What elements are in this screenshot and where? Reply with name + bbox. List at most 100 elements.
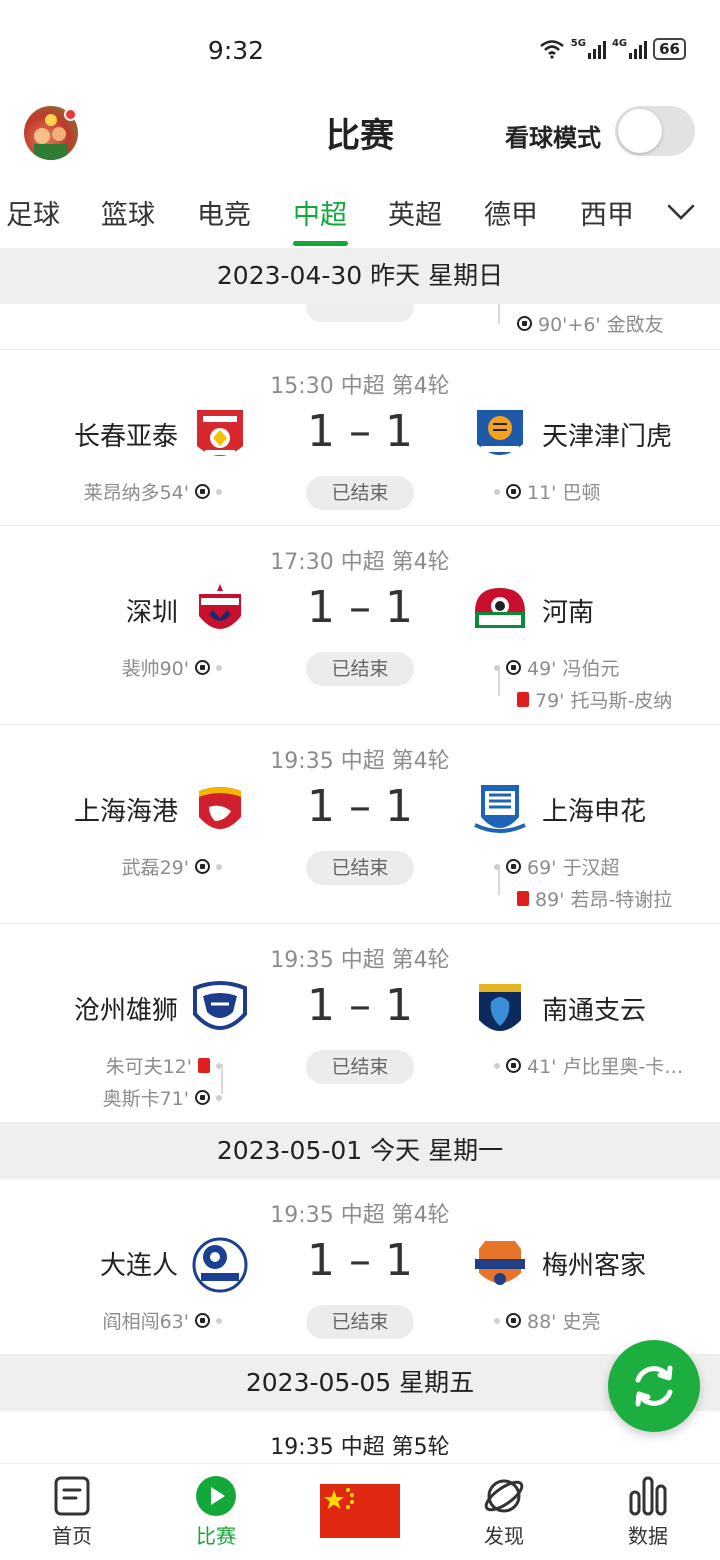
timeline-dot bbox=[216, 1094, 222, 1101]
event-timeline-line bbox=[498, 304, 500, 324]
date-separator: 2023-05-01 今天 星期一 bbox=[0, 1123, 720, 1179]
home-event: 阎相闯63' bbox=[103, 1307, 222, 1334]
home-doc-icon bbox=[54, 1476, 90, 1516]
match-meta: 19:35 中超 第4轮 bbox=[270, 749, 450, 774]
flag-stars bbox=[324, 1488, 354, 1509]
timeline-dot bbox=[216, 863, 222, 870]
app-header: 比赛 看球模式 bbox=[0, 100, 720, 170]
discover-planet-icon bbox=[484, 1479, 524, 1513]
home-team-crest-icon bbox=[199, 787, 241, 829]
soccer-ball-icon bbox=[195, 1090, 210, 1105]
bottom-nav: 首页 比赛 发现 数据 bbox=[0, 1463, 720, 1560]
timeline-dot bbox=[494, 664, 500, 671]
home-team-name: 上海海港 bbox=[73, 797, 178, 827]
wifi-icon bbox=[539, 40, 564, 59]
score: 1 – 1 bbox=[307, 582, 413, 633]
away-team-name: 梅州客家 bbox=[542, 1251, 647, 1281]
home-team-crest-icon bbox=[199, 584, 241, 629]
battery-icon: 66 bbox=[653, 38, 686, 60]
bar-chart-icon bbox=[629, 1476, 667, 1516]
match-meta: 17:30 中超 第4轮 bbox=[270, 550, 450, 575]
soccer-ball-icon bbox=[195, 1313, 210, 1328]
away-event: 11' 巴顿 bbox=[494, 478, 600, 505]
away-team-crest-icon bbox=[474, 785, 526, 833]
home-event: 裴帅90' bbox=[122, 654, 222, 681]
watch-mode-toggle[interactable] bbox=[615, 106, 695, 156]
away-team-crest-icon bbox=[477, 410, 523, 455]
soccer-ball-icon bbox=[195, 484, 210, 499]
match-card[interactable]: 15:30 中超 第4轮 长春亚泰 1 – 1 天津津门虎 已结束 莱昂纳多54… bbox=[0, 350, 720, 526]
home-team-name: 沧州雄狮 bbox=[73, 996, 178, 1026]
system-icons: 5G 4G 66 bbox=[539, 38, 686, 60]
league-tabs: 足球 篮球 电竞 中超 英超 德甲 西甲 bbox=[0, 185, 720, 248]
home-team-crest-icon bbox=[197, 410, 243, 456]
nav-matches[interactable]: 比赛 bbox=[166, 1474, 266, 1549]
tab-bundesliga[interactable]: 德甲 bbox=[484, 193, 538, 232]
refresh-button[interactable] bbox=[608, 1340, 700, 1432]
tab-football[interactable]: 足球 bbox=[6, 193, 60, 232]
match-status: 已结束 bbox=[306, 1305, 414, 1339]
soccer-ball-icon bbox=[506, 1058, 521, 1073]
red-card-icon bbox=[517, 891, 529, 906]
home-team-crest-icon bbox=[193, 981, 247, 1030]
match-card[interactable]: 17:30 中超 第4轮 深圳 1 – 1 河南 已结束 裴帅90' 49' 冯… bbox=[0, 526, 720, 725]
soccer-ball-icon bbox=[195, 859, 210, 874]
net-label-1: 5G bbox=[570, 38, 586, 49]
soccer-ball-icon bbox=[506, 859, 521, 874]
match-card[interactable]: 19:35 中超 第4轮 沧州雄狮 1 – 1 南通支云 已结束 朱可夫12' … bbox=[0, 924, 720, 1123]
away-event: 79' 托马斯-皮纳 bbox=[517, 686, 672, 713]
net-label-2: 4G bbox=[611, 38, 628, 49]
score: 1 – 1 bbox=[307, 406, 413, 457]
away-team-name: 河南 bbox=[542, 598, 595, 628]
soccer-ball-icon bbox=[506, 484, 521, 499]
chevron-down-icon[interactable] bbox=[666, 197, 696, 227]
status-time: 9:32 bbox=[207, 36, 265, 65]
home-team-crest-icon bbox=[192, 1237, 248, 1293]
home-event: 武磊29' bbox=[122, 853, 222, 880]
away-team-crest-icon bbox=[475, 1241, 525, 1285]
timeline-dot bbox=[216, 488, 222, 495]
timeline-dot bbox=[216, 1317, 222, 1324]
match-status: 已结束 bbox=[306, 476, 414, 510]
away-event: 90'+6' 金敃友 bbox=[517, 310, 664, 337]
score: 1 – 1 bbox=[307, 1235, 413, 1286]
tab-csl[interactable]: 中超 bbox=[293, 193, 347, 232]
nav-data[interactable]: 数据 bbox=[598, 1474, 698, 1549]
match-meta: 19:35 中超 第4轮 bbox=[270, 1203, 450, 1228]
status-bar: 9:32 5G 4G 66 bbox=[0, 0, 720, 100]
away-team-name: 南通支云 bbox=[542, 996, 647, 1026]
away-team-name: 天津津门虎 bbox=[542, 422, 673, 452]
signal-icon-1 bbox=[587, 39, 606, 59]
match-meta: 19:35 中超 第4轮 bbox=[270, 948, 450, 973]
home-team-name: 大连人 bbox=[99, 1251, 178, 1281]
timeline-dot bbox=[494, 863, 500, 870]
away-team-crest-icon bbox=[475, 588, 525, 628]
tab-epl[interactable]: 英超 bbox=[388, 193, 442, 232]
away-event: 49' 冯伯元 bbox=[494, 654, 619, 681]
tab-esports[interactable]: 电竞 bbox=[197, 193, 251, 232]
refresh-icon bbox=[635, 1365, 673, 1407]
match-card[interactable]: 19:35 中超 第4轮 大连人 1 – 1 梅州客家 已结束 阎相闯63' 8… bbox=[0, 1179, 720, 1355]
score: 1 – 1 bbox=[307, 781, 413, 832]
timeline-dot bbox=[216, 664, 222, 671]
nav-discover[interactable]: 发现 bbox=[454, 1474, 554, 1549]
signal-icon-2 bbox=[629, 39, 648, 59]
match-status: 已结束 bbox=[306, 851, 414, 885]
play-circle-icon bbox=[196, 1476, 236, 1516]
soccer-ball-icon bbox=[517, 316, 532, 331]
soccer-ball-icon bbox=[506, 1313, 521, 1328]
tab-laliga[interactable]: 西甲 bbox=[580, 193, 635, 232]
match-list[interactable]: 90'+6' 金敃友 2023-04-30 昨天 星期日 15:30 中超 第4… bbox=[0, 248, 720, 1463]
tab-basketball[interactable]: 篮球 bbox=[101, 193, 155, 232]
china-flag-icon[interactable] bbox=[320, 1484, 400, 1538]
away-event: 69' 于汉超 bbox=[494, 853, 619, 880]
home-event: 朱可夫12' bbox=[106, 1052, 222, 1079]
toggle-knob bbox=[618, 109, 662, 153]
match-card[interactable]: 19:35 中超 第4轮 上海海港 1 – 1 上海申花 已结束 武磊29' 6… bbox=[0, 725, 720, 924]
away-event: 88' 史亮 bbox=[494, 1307, 600, 1334]
nav-home[interactable]: 首页 bbox=[22, 1474, 122, 1549]
soccer-ball-icon bbox=[506, 660, 521, 675]
page-title: 比赛 bbox=[326, 116, 394, 156]
away-team-crest-icon bbox=[479, 984, 521, 1031]
soccer-ball-icon bbox=[195, 660, 210, 675]
